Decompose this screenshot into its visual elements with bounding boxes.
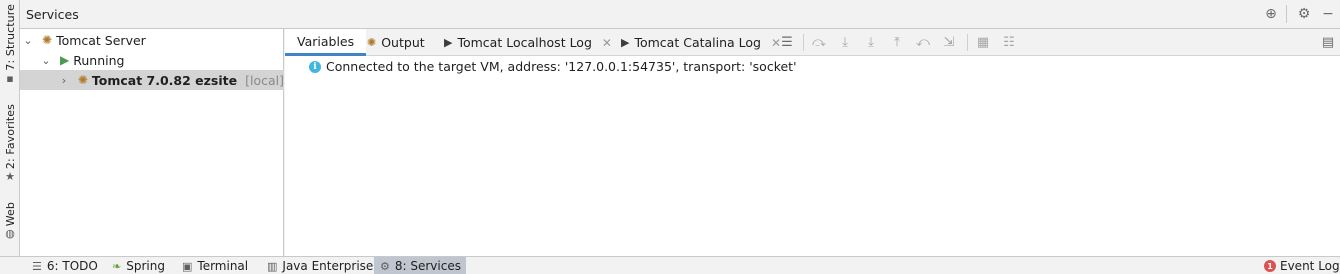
- step-into-icon[interactable]: ⤓: [837, 34, 853, 50]
- log-icon: ▶: [621, 36, 630, 49]
- gear-icon[interactable]: ⚙: [1296, 6, 1312, 22]
- bottom-tab-services[interactable]: ⚙ 8: Services: [374, 257, 466, 274]
- services-content: Variables ✺ Output ▶ Tomcat Localhost Lo…: [285, 29, 1340, 256]
- log-icon: ▶: [444, 36, 453, 49]
- event-count-badge: 1: [1264, 260, 1276, 272]
- console-output-line: i Connected to the target VM, address: '…: [309, 59, 797, 74]
- crosshair-icon[interactable]: ⊕: [1263, 6, 1279, 22]
- favorites-tab[interactable]: 2: Favorites ★: [0, 104, 20, 183]
- chevron-right-icon[interactable]: ›: [60, 74, 68, 87]
- tree-node-tomcat-instance[interactable]: › ✺ Tomcat 7.0.82 ezsite [local]: [20, 70, 284, 90]
- bottom-tab-label: Java Enterprise: [282, 259, 374, 273]
- structure-icon: ▪: [6, 71, 14, 85]
- info-icon: i: [309, 60, 321, 73]
- services-title: Services: [26, 7, 79, 22]
- toolbar-divider: [967, 34, 968, 51]
- minimize-icon[interactable]: −: [1320, 6, 1336, 22]
- run-icon: ▶: [60, 53, 70, 67]
- tree-node-tomcat-server[interactable]: ⌄ ✺ Tomcat Server: [20, 30, 284, 50]
- web-tab[interactable]: Web ◍: [0, 202, 20, 240]
- tomcat-icon: ✺: [367, 36, 377, 49]
- tomcat-icon: ✺: [42, 33, 53, 47]
- header-divider: [1286, 5, 1287, 23]
- java-ee-icon: ▥: [267, 259, 278, 273]
- globe-icon: ◍: [5, 227, 15, 241]
- force-step-into-icon[interactable]: ⤓: [863, 34, 879, 50]
- tree-node-label: Tomcat Server: [56, 32, 146, 48]
- tab-tomcat-catalina-log[interactable]: ▶ Tomcat Catalina Log ✕: [621, 29, 781, 56]
- services-icon: ⚙: [380, 259, 390, 273]
- bottom-tab-label: Terminal: [197, 259, 249, 273]
- tab-label: Variables: [297, 33, 355, 49]
- step-over-icon[interactable]: ⤼: [811, 34, 827, 50]
- services-header: Services ⊕ ⚙ −: [20, 0, 1340, 29]
- bottom-tab-todo[interactable]: ☰ 6: TODO: [26, 257, 104, 274]
- favorites-tab-label: 2: Favorites: [3, 104, 17, 170]
- menu-icon[interactable]: ☰: [779, 34, 795, 50]
- bottom-tool-bar: ☰ 6: TODO ❧ Spring ▣ Terminal ▥ Java Ent…: [0, 256, 1340, 274]
- tree-node-label: Running: [73, 52, 125, 68]
- terminal-icon: ▣: [182, 259, 193, 273]
- services-tree: ⌄ ✺ Tomcat Server ⌄ ▶ Running › ✺ Tomcat…: [20, 29, 284, 256]
- tab-variables[interactable]: Variables: [285, 29, 367, 56]
- layout-icon[interactable]: ▤: [1320, 34, 1336, 50]
- tab-label: Output: [381, 35, 425, 50]
- tree-node-tag: [local]: [245, 72, 284, 88]
- tab-output[interactable]: ✺ Output: [367, 29, 425, 56]
- list-icon: ☰: [32, 259, 42, 273]
- bottom-tab-label: Spring: [126, 259, 165, 273]
- tree-node-label: Tomcat 7.0.82 ezsite: [91, 72, 238, 88]
- event-log-button[interactable]: 1 Event Log: [1258, 257, 1340, 274]
- tab-label: Tomcat Catalina Log: [634, 35, 761, 50]
- bottom-tab-label: 6: TODO: [46, 259, 98, 273]
- drop-frame-icon[interactable]: ⤺: [915, 34, 931, 50]
- toolbar-divider: [803, 34, 804, 51]
- tomcat-icon: ✺: [77, 73, 88, 87]
- web-tab-label: Web: [3, 202, 17, 227]
- content-tabbar: Variables ✺ Output ▶ Tomcat Localhost Lo…: [285, 29, 1340, 56]
- structure-tab-label: 7: Structure: [3, 4, 17, 71]
- spring-leaf-icon: ❧: [112, 259, 122, 273]
- structure-tab[interactable]: 7: Structure ▪: [0, 4, 20, 85]
- bottom-tab-java-enterprise[interactable]: ▥ Java Enterprise: [261, 257, 379, 274]
- close-icon[interactable]: ✕: [602, 36, 612, 50]
- bottom-tab-label: 8: Services: [394, 259, 461, 273]
- star-icon: ★: [5, 170, 15, 184]
- chevron-down-icon[interactable]: ⌄: [22, 34, 34, 47]
- bottom-tab-spring[interactable]: ❧ Spring: [106, 257, 171, 274]
- bottom-tab-terminal[interactable]: ▣ Terminal: [176, 257, 254, 274]
- trace-icon[interactable]: ☷: [1001, 34, 1017, 50]
- event-log-label: Event Log: [1280, 259, 1340, 273]
- tab-tomcat-localhost-log[interactable]: ▶ Tomcat Localhost Log ✕: [444, 29, 612, 56]
- chevron-down-icon[interactable]: ⌄: [40, 54, 52, 67]
- step-out-icon[interactable]: ⤒: [889, 34, 905, 50]
- evaluate-icon[interactable]: ▦: [975, 34, 991, 50]
- console-message: Connected to the target VM, address: '12…: [326, 59, 797, 74]
- left-tool-stripe: 7: Structure ▪ 2: Favorites ★ Web ◍: [0, 0, 20, 256]
- tree-node-running[interactable]: ⌄ ▶ Running: [20, 50, 284, 70]
- tab-label: Tomcat Localhost Log: [457, 35, 592, 50]
- run-to-cursor-icon[interactable]: ⇲: [941, 34, 957, 50]
